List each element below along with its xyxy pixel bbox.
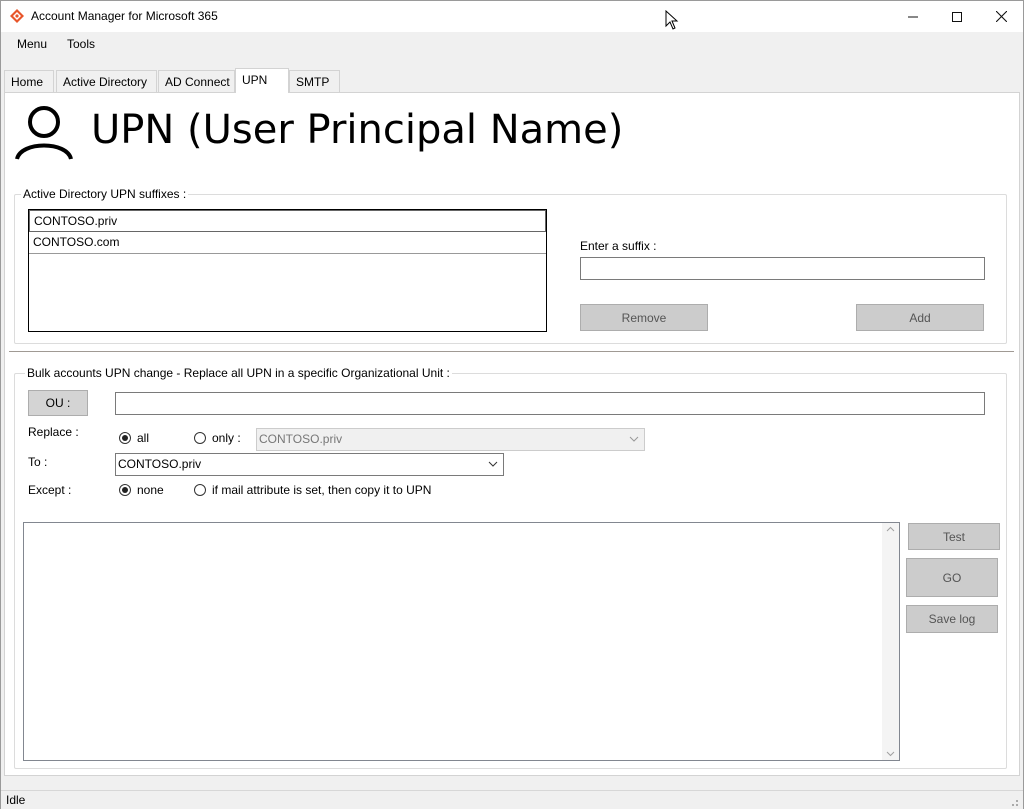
except-mail-radio[interactable]: if mail attribute is set, then copy it t… <box>194 483 431 497</box>
page-title: UPN (User Principal Name) <box>91 107 624 153</box>
tab-upn[interactable]: UPN <box>235 68 289 93</box>
scroll-down-icon[interactable] <box>886 751 895 757</box>
add-button[interactable]: Add <box>856 304 984 331</box>
chevron-down-icon <box>629 436 639 442</box>
save-log-button[interactable]: Save log <box>906 605 998 633</box>
list-item[interactable]: CONTOSO.priv <box>29 210 546 232</box>
title-bar: Account Manager for Microsoft 365 <box>1 1 1023 32</box>
maximize-icon <box>952 11 962 22</box>
only-suffix-value: CONTOSO.priv <box>259 432 343 446</box>
except-none-label: none <box>137 483 164 497</box>
radio-unselected-icon <box>194 484 206 496</box>
test-button[interactable]: Test <box>908 523 1000 550</box>
to-suffix-select[interactable]: CONTOSO.priv <box>115 453 504 476</box>
to-label: To : <box>28 455 48 469</box>
minimize-button[interactable] <box>890 1 936 32</box>
tab-home[interactable]: Home <box>4 70 54 92</box>
radio-selected-icon <box>119 432 131 444</box>
mouse-cursor-icon <box>665 10 679 30</box>
menu-item-tools[interactable]: Tools <box>67 37 95 51</box>
chevron-down-icon <box>488 461 498 467</box>
menu-item-menu[interactable]: Menu <box>17 37 47 51</box>
maximize-button[interactable] <box>934 1 980 32</box>
tab-smtp[interactable]: SMTP <box>289 70 340 92</box>
close-icon <box>995 11 1007 22</box>
go-button[interactable]: GO <box>906 558 998 597</box>
tab-active-directory[interactable]: Active Directory <box>56 70 157 92</box>
suffixes-legend: Active Directory UPN suffixes : <box>21 187 189 201</box>
except-label: Except : <box>28 483 72 497</box>
app-logo-icon <box>10 9 24 23</box>
radio-selected-icon <box>119 484 131 496</box>
replace-only-label: only : <box>212 431 241 445</box>
log-textarea[interactable] <box>23 522 900 761</box>
ou-button[interactable]: OU : <box>28 390 88 416</box>
status-bar: Idle <box>1 790 1023 809</box>
remove-button[interactable]: Remove <box>580 304 708 331</box>
log-scrollbar[interactable] <box>882 523 899 760</box>
to-suffix-value: CONTOSO.priv <box>118 457 202 471</box>
suffix-list[interactable]: CONTOSO.priv CONTOSO.com <box>28 209 547 332</box>
radio-unselected-icon <box>194 432 206 444</box>
status-text: Idle <box>6 793 26 807</box>
replace-all-radio[interactable]: all <box>119 431 149 445</box>
replace-label: Replace : <box>28 425 79 439</box>
except-mail-label: if mail attribute is set, then copy it t… <box>212 483 432 497</box>
resize-grip-icon[interactable] <box>1007 795 1019 807</box>
suffix-input[interactable] <box>580 257 985 280</box>
replace-only-radio[interactable]: only : <box>194 431 241 445</box>
minimize-icon <box>908 16 918 17</box>
bulk-legend: Bulk accounts UPN change - Replace all U… <box>25 366 452 380</box>
ou-input[interactable] <box>115 392 985 415</box>
section-divider <box>9 351 1014 353</box>
only-suffix-select[interactable]: CONTOSO.priv <box>256 428 645 451</box>
app-window: Account Manager for Microsoft 365 Menu T… <box>0 0 1024 809</box>
replace-all-label: all <box>137 431 150 445</box>
enter-suffix-label: Enter a suffix : <box>580 239 657 253</box>
except-none-radio[interactable]: none <box>119 483 164 497</box>
list-item[interactable]: CONTOSO.com <box>29 232 546 254</box>
user-icon <box>15 106 73 160</box>
scroll-up-icon[interactable] <box>886 526 895 532</box>
window-title: Account Manager for Microsoft 365 <box>31 9 218 23</box>
menu-bar: Menu Tools <box>1 32 1023 58</box>
tab-ad-connect[interactable]: AD Connect <box>158 70 235 92</box>
close-button[interactable] <box>978 1 1024 32</box>
